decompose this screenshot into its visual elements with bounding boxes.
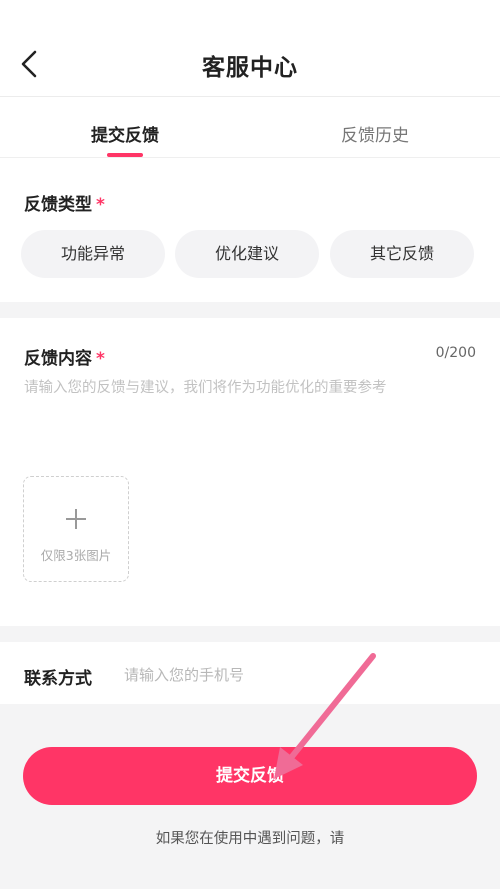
character-counter: 0/200 — [435, 345, 476, 361]
tab-submit-feedback[interactable]: 提交反馈 — [0, 121, 250, 146]
top-bar: 客服中心 — [0, 0, 500, 97]
footer-note: 如果您在使用中遇到问题，请 — [155, 831, 345, 847]
feedback-content-label-text: 反馈内容 — [24, 349, 92, 369]
type-option-function-error[interactable]: 功能异常 — [21, 230, 165, 278]
contact-section: 联系方式 — [0, 642, 500, 704]
feedback-content-input[interactable] — [24, 376, 476, 476]
submit-feedback-button[interactable]: 提交反馈 — [23, 747, 477, 805]
required-mark: * — [96, 195, 105, 215]
tab-bar: 提交反馈 反馈历史 — [0, 97, 500, 158]
active-tab-indicator — [107, 153, 143, 157]
feedback-content-label: 反馈内容 * — [24, 344, 105, 369]
upload-hint: 仅限3张图片 — [40, 548, 112, 563]
tab-feedback-history[interactable]: 反馈历史 — [250, 121, 500, 146]
phone-input[interactable] — [124, 662, 464, 688]
feedback-type-label: 反馈类型 * — [24, 190, 105, 215]
feedback-type-label-text: 反馈类型 — [24, 195, 92, 215]
page-title: 客服中心 — [202, 55, 298, 81]
type-option-other[interactable]: 其它反馈 — [330, 230, 474, 278]
required-mark: * — [96, 349, 105, 369]
type-option-optimization[interactable]: 优化建议 — [175, 230, 319, 278]
plus-icon — [66, 509, 86, 529]
feedback-type-section: 反馈类型 * 功能异常 优化建议 其它反馈 — [0, 158, 500, 302]
contact-label: 联系方式 — [24, 669, 92, 689]
feedback-content-section: 反馈内容* 0/200 仅限3张图片 — [0, 318, 500, 626]
image-upload-button[interactable]: 仅限3张图片 — [23, 476, 129, 582]
